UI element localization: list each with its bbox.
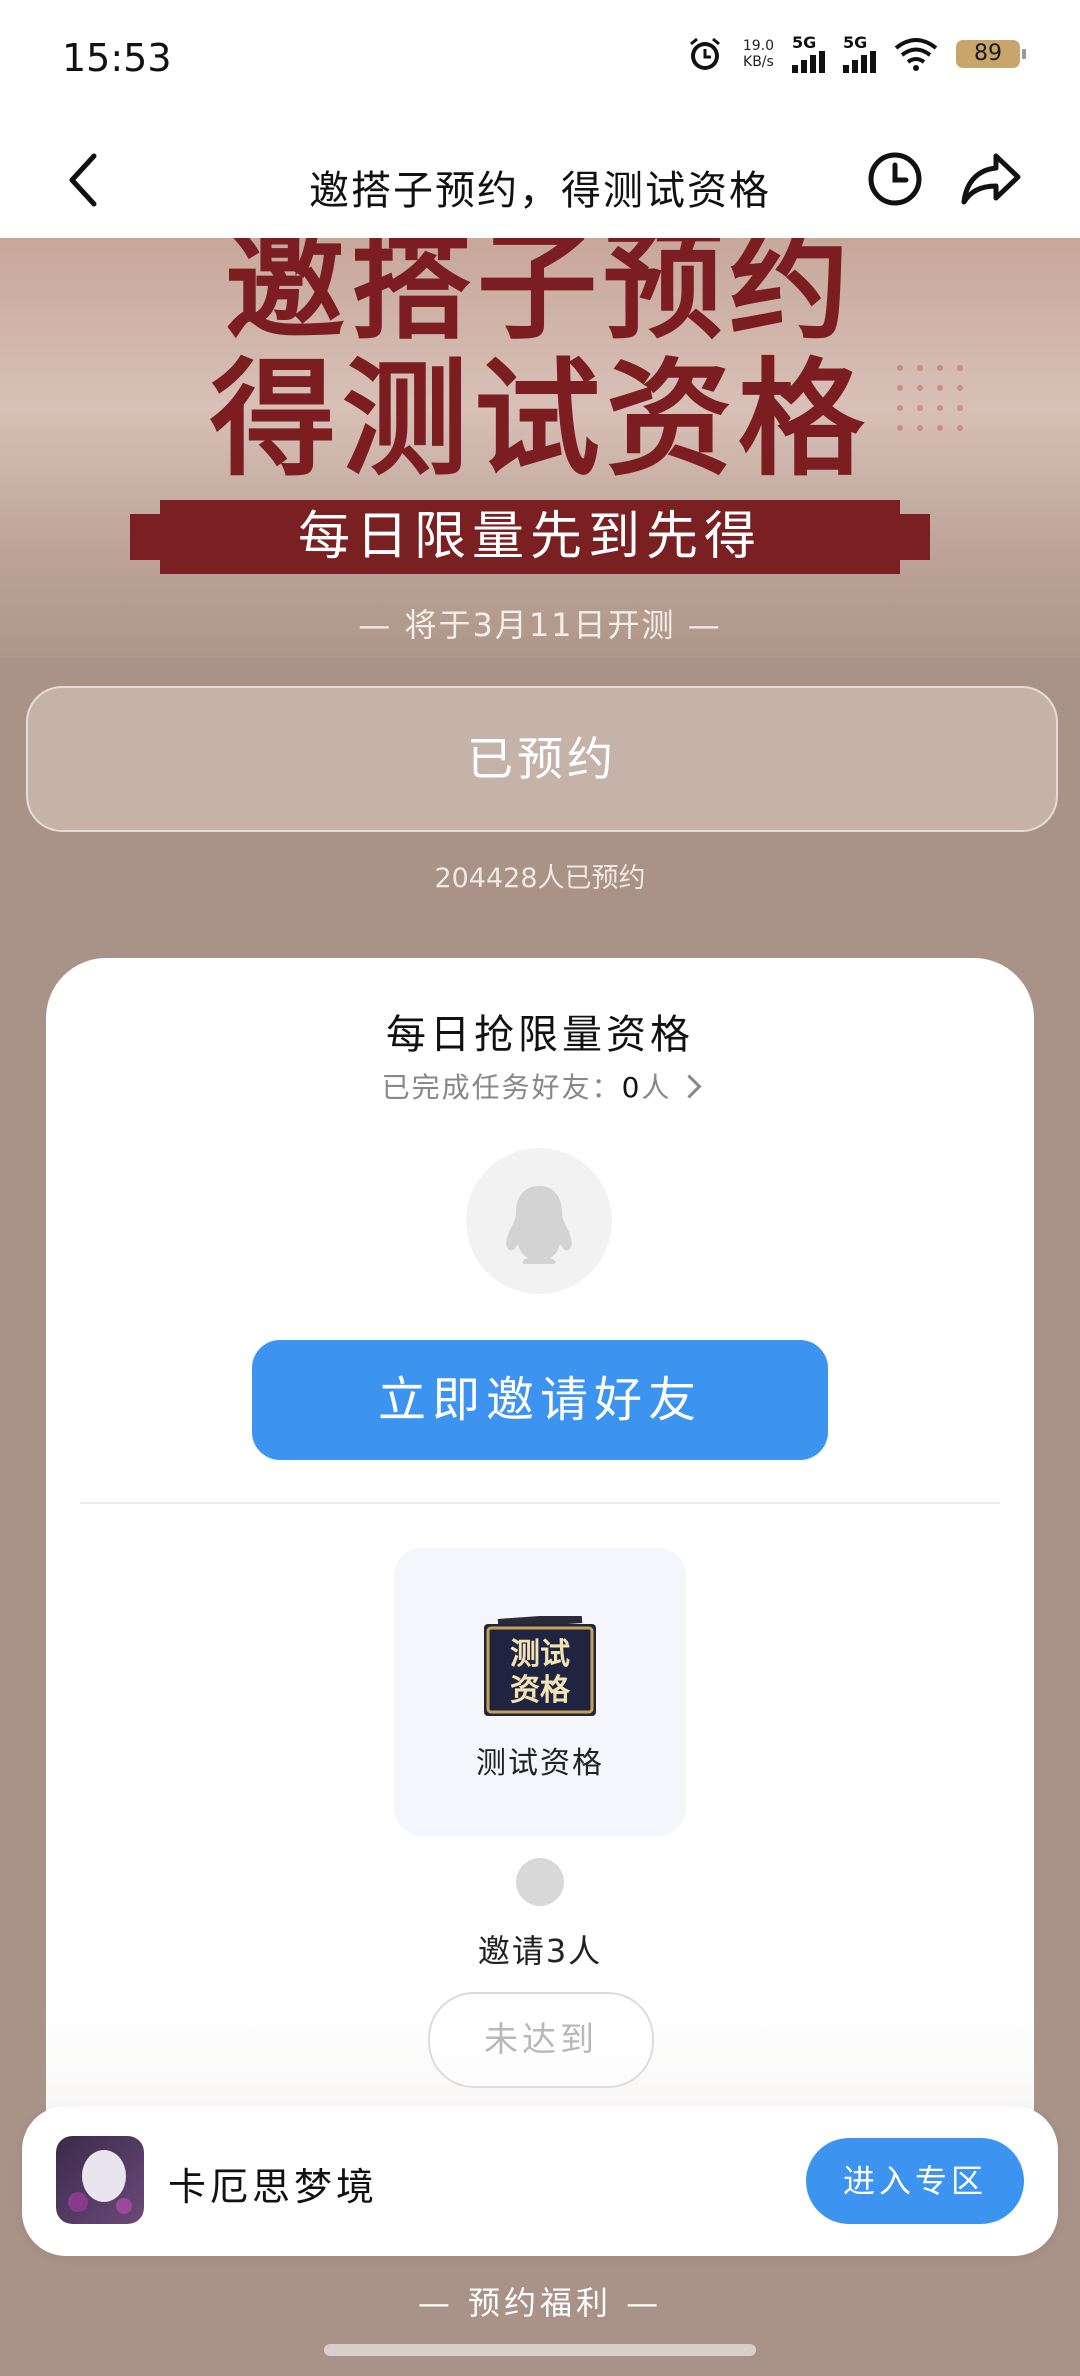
signal-bars-icon — [843, 51, 876, 73]
not-reached-button: 未达到 — [428, 1992, 654, 2088]
alarm-icon — [689, 37, 720, 70]
history-clock-icon[interactable] — [866, 150, 924, 208]
daily-quota-card: 每日抢限量资格 已完成任务好友：0人 立即邀请好友 测试 资格 测试资格 邀请3… — [46, 958, 1034, 2188]
banner-ribbon: 每日限量先到先得 — [130, 500, 930, 574]
friends-unit: 人 — [641, 1071, 672, 1104]
game-name: 卡厄思梦境 — [168, 2165, 379, 2209]
signal-2: 5G — [843, 35, 876, 73]
net-speed: 19.0 KB/s — [743, 38, 774, 70]
friends-label: 已完成任务好友： — [381, 1071, 622, 1104]
back-icon[interactable] — [60, 150, 110, 210]
banner-title-line2: 得测试资格 — [210, 345, 870, 493]
reserved-button[interactable]: 已预约 — [26, 686, 1058, 832]
card-title: 每日抢限量资格 — [386, 1012, 694, 1058]
milestone-label: 邀请3人 — [477, 1932, 603, 1970]
nav-bar: 邀搭子预约，得测试资格 — [0, 120, 1080, 238]
open-date: — 将于3月11日开测 — — [358, 606, 722, 644]
net-speed-unit: KB/s — [743, 54, 774, 70]
wifi-icon — [894, 38, 938, 71]
chevron-right-icon — [677, 1074, 702, 1099]
status-bar: 15:53 19.0 KB/s 5G 5G 89 — [0, 0, 1080, 120]
signal-bars-icon — [792, 51, 825, 73]
share-icon[interactable] — [960, 150, 1022, 208]
promo-banner: 邀搭子预约 得测试资格 每日限量先到先得 — 将于3月11日开测 — — [0, 238, 1080, 658]
benefits-section-title: — 预约福利 — — [417, 2284, 663, 2322]
battery-icon: 89 — [956, 40, 1026, 68]
game-app-icon[interactable] — [56, 2136, 144, 2224]
reserve-count: 204428人已预约 — [434, 863, 646, 894]
invite-friends-button[interactable]: 立即邀请好友 — [252, 1340, 828, 1460]
reward-name: 测试资格 — [476, 1746, 604, 1781]
reward-item: 测试 资格 测试资格 — [394, 1548, 686, 1836]
page-title: 邀搭子预约，得测试资格 — [309, 168, 771, 214]
status-time: 15:53 — [62, 36, 172, 80]
penguin-avatar-icon — [506, 1186, 572, 1264]
status-icons: 19.0 KB/s 5G 5G 89 — [685, 34, 1026, 74]
game-bar: 卡厄思梦境 进入专区 — [22, 2106, 1058, 2256]
home-indicator[interactable] — [324, 2344, 756, 2356]
ticket-text-top: 测试 — [510, 1637, 570, 1672]
friends-count: 0 — [621, 1071, 642, 1104]
sim1-label: 5G — [792, 33, 817, 52]
ticket-text-bottom: 资格 — [510, 1673, 571, 1708]
net-speed-value: 19.0 — [742, 38, 774, 54]
enter-zone-button[interactable]: 进入专区 — [806, 2138, 1024, 2224]
sim2-label: 5G — [843, 33, 868, 52]
test-qualification-ticket-icon: 测试 资格 — [484, 1616, 596, 1716]
friend-avatar-placeholder — [466, 1148, 612, 1294]
completed-friends-link[interactable]: 已完成任务好友：0人 — [46, 1066, 1034, 1106]
divider — [80, 1502, 1000, 1504]
milestone-dot — [516, 1858, 564, 1906]
signal-1: 5G — [792, 35, 825, 73]
